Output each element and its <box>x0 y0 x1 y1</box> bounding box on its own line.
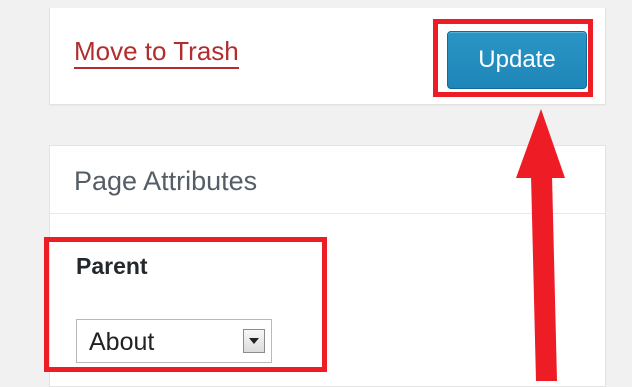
parent-label: Parent <box>76 253 148 279</box>
move-to-trash-link[interactable]: Move to Trash <box>74 38 239 69</box>
page-attributes-header: Page Attributes <box>50 146 605 214</box>
page-attributes-title: Page Attributes <box>74 166 258 196</box>
publish-box: Move to Trash Update <box>49 8 606 105</box>
update-button[interactable]: Update <box>447 31 587 89</box>
page-attributes-box: Page Attributes Parent About <box>49 145 606 387</box>
parent-select-value: About <box>89 328 155 356</box>
parent-select[interactable]: About <box>76 319 272 363</box>
chevron-down-icon[interactable] <box>243 329 265 353</box>
